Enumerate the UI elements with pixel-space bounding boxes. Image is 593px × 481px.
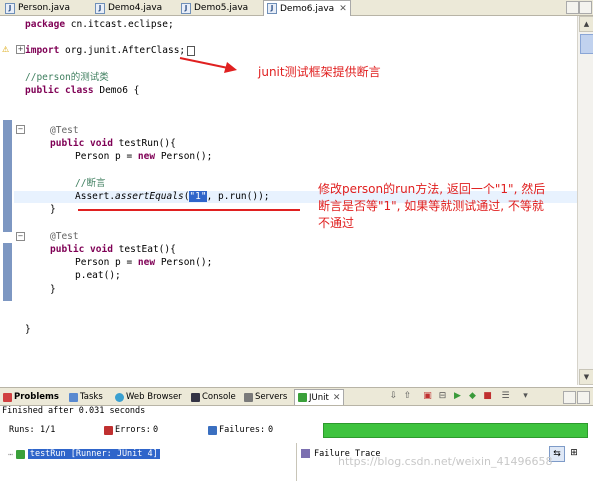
watermark: https://blog.csdn.net/weixin_41496658 — [338, 455, 553, 468]
tab-problems[interactable]: Problems — [3, 390, 59, 404]
minimize-panel-button[interactable] — [563, 391, 576, 404]
problems-icon — [3, 392, 12, 402]
maximize-panel-button[interactable] — [577, 391, 590, 404]
rerun-failed-icon[interactable]: ◆ — [467, 391, 478, 402]
previous-failure-icon[interactable]: ⇧ — [402, 391, 413, 402]
runs-label: Runs: — [9, 425, 35, 435]
errors-value: 0 — [153, 425, 159, 435]
tab-label: Tasks — [80, 392, 103, 402]
close-tab-icon[interactable]: ✕ — [333, 393, 341, 403]
run-note-line: 断言是否等"1", 如果等就测试通过, 不等就 — [318, 199, 544, 213]
scroll-up-button[interactable]: ▲ — [579, 16, 593, 32]
run-note-line: 不通过 — [318, 216, 355, 230]
tab-label: Servers — [255, 392, 288, 402]
scroll-thumb[interactable] — [580, 34, 593, 54]
rerun-icon[interactable]: ▶ — [452, 391, 463, 402]
console-icon — [191, 392, 200, 402]
errors-label: Errors: — [115, 425, 151, 435]
run-note-line: 修改person的run方法, 返回一个"1", 然后 — [318, 182, 546, 196]
tab-console[interactable]: Console — [191, 390, 236, 404]
scroll-down-button[interactable]: ▼ — [579, 369, 593, 385]
filter-trace-icon[interactable]: ⊞ — [567, 446, 581, 460]
annotation-arrow-line — [179, 57, 229, 69]
stop-icon[interactable]: ■ — [482, 391, 493, 402]
history-icon[interactable]: ☰ — [500, 391, 511, 402]
tree-item-label: testRun [Runner: JUnit 4] — [27, 449, 160, 459]
chevron-down-icon[interactable]: ▾ — [520, 391, 531, 402]
editor-vertical-scrollbar[interactable]: ▲ ▼ — [577, 16, 593, 385]
next-failure-icon[interactable]: ⇩ — [388, 391, 399, 402]
error-icon — [104, 426, 113, 435]
failure-trace-icon — [301, 449, 310, 458]
tab-junit[interactable]: JUnit ✕ — [294, 389, 345, 405]
tab-label: Problems — [14, 392, 59, 402]
scroll-lock-icon[interactable]: ⊟ — [437, 391, 448, 402]
run-note: 修改person的run方法, 返回一个"1", 然后 断言是否等"1", 如果… — [318, 181, 578, 232]
panel-tab-bar: Problems Tasks Web Browser Console Serve… — [0, 387, 593, 406]
junit-note: junit测试框架提供断言 — [258, 65, 381, 79]
servers-icon — [244, 392, 253, 402]
junit-icon — [298, 393, 307, 402]
failures-label: Failures: — [219, 425, 266, 435]
tab-web-browser[interactable]: Web Browser — [115, 390, 182, 404]
junit-progress-bar — [323, 423, 588, 438]
failures-value: 0 — [268, 425, 274, 435]
tab-label: JUnit — [309, 392, 329, 403]
tab-tasks[interactable]: Tasks — [69, 390, 103, 404]
tab-label: Console — [202, 392, 236, 402]
tab-servers[interactable]: Servers — [244, 390, 287, 404]
annotation-arrowhead — [224, 62, 237, 73]
globe-icon — [115, 392, 124, 402]
tree-item-testrun[interactable]: ⋯ testRun [Runner: JUnit 4] — [8, 449, 160, 459]
test-passed-icon — [15, 449, 25, 459]
tab-label: Web Browser — [126, 392, 182, 402]
tasks-icon — [69, 392, 78, 402]
tree-expander-icon: ⋯ — [8, 449, 13, 459]
show-failures-only-icon[interactable]: ▣ — [422, 391, 433, 402]
test-tree[interactable]: ⋯ testRun [Runner: JUnit 4] — [0, 443, 295, 481]
failure-icon — [208, 426, 217, 435]
junit-status-text: Finished after 0.031 seconds — [2, 406, 146, 416]
runs-value: 1/1 — [40, 425, 56, 435]
